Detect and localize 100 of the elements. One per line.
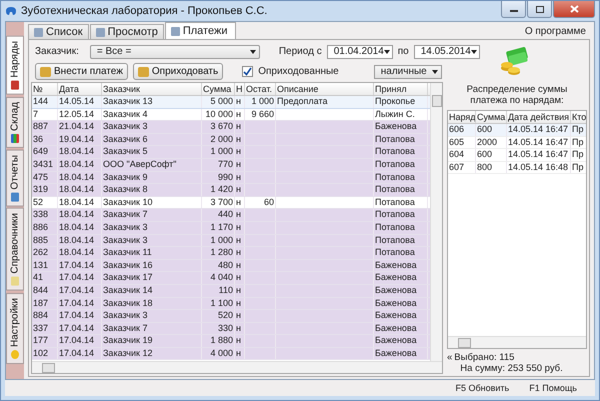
column-header[interactable]: Дата (58, 83, 102, 95)
tab[interactable]: Платежи (164, 22, 236, 39)
table-cell: 649 (33, 146, 48, 156)
table-cell: Заказчик 17 (103, 272, 152, 282)
table-cell: 886 (33, 222, 48, 232)
table-cell: 319 (33, 184, 48, 194)
table-cell: 18.04.14 (59, 234, 94, 245)
table-row[interactable]: 887 21.04.14 Заказчик 3 3 670 н Баженова (32, 121, 430, 134)
column-header[interactable]: № (32, 83, 58, 95)
side-tab[interactable]: Наряды (6, 36, 24, 95)
table-row[interactable]: 844 17.04.14 Заказчик 14 110 н Баженова (32, 284, 430, 298)
table-cell: н (236, 172, 241, 182)
posted-checkbox[interactable] (242, 66, 254, 77)
table-cell: н (236, 234, 241, 245)
column-header[interactable]: Принял (374, 83, 428, 95)
column-header[interactable]: Дата действия (507, 111, 571, 123)
tab[interactable]: Просмотр (90, 24, 164, 39)
side-tab[interactable]: Склад (6, 96, 24, 148)
minimize-button[interactable] (501, 1, 526, 18)
table-row[interactable]: 36 19.04.14 Заказчик 6 2 000 н Потапова (32, 134, 430, 146)
column-header[interactable]: Сумма (202, 83, 235, 95)
side-tab[interactable]: Отчеты (6, 150, 24, 206)
table-row[interactable]: 177 17.04.14 Заказчик 19 1 880 н Баженова (32, 335, 430, 348)
table-cell: н (236, 134, 241, 144)
table-row[interactable]: 319 18.04.14 Заказчик 8 1 420 н Потапова (32, 184, 430, 197)
table-cell: Потапова (375, 146, 415, 156)
horizontal-scrollbar[interactable] (448, 336, 586, 348)
table-cell: 1 880 (210, 335, 233, 346)
table-row[interactable]: 338 18.04.14 Заказчик 7 440 н Потапова (32, 209, 430, 222)
table-cell: 4 040 (210, 272, 233, 282)
table-cell: 18.04.14 (59, 222, 94, 232)
table-row[interactable]: 3431 18.04.14 ООО "АверСофт" 770 н Потапова (32, 158, 430, 172)
period-label: Период с (278, 46, 322, 57)
about-link[interactable]: О программе (520, 26, 590, 39)
table-cell: 60 (264, 196, 274, 207)
table-cell: 10 000 (205, 108, 233, 119)
table-cell: 187 (33, 298, 48, 308)
table-row[interactable]: 337 17.04.14 Заказчик 7 330 н Баженова (32, 322, 430, 336)
table-row[interactable]: 102 17.04.14 Заказчик 12 4 000 н Баженова (32, 348, 430, 360)
table-cell: 18.04.14 (59, 247, 94, 258)
caret-icon (470, 50, 477, 54)
table-row[interactable]: 52 18.04.14 Заказчик 10 3 700 н 60 Потапова (32, 196, 430, 210)
column-header[interactable]: Заказчик (102, 83, 202, 95)
table-cell: 605 (449, 136, 464, 146)
table-row[interactable]: 884 17.04.14 Заказчик 3 520 н Баженова (32, 310, 430, 323)
collapse-toggle[interactable]: « (447, 352, 452, 374)
date-from-field[interactable]: 01.04.2014 (326, 44, 393, 58)
date-to-field[interactable]: 14.05.2014 (414, 44, 480, 58)
post-button[interactable]: Оприходовать (132, 63, 224, 80)
table-row[interactable]: 885 18.04.14 Заказчик 3 1 000 н Потапова (32, 234, 430, 248)
payment-type-dropdown[interactable]: наличные (374, 64, 442, 78)
maximize-button[interactable] (527, 1, 552, 18)
column-header[interactable]: Н (235, 83, 245, 95)
vertical-scrollbar[interactable] (430, 83, 442, 361)
column-header[interactable]: Наряд (448, 111, 476, 123)
table-cell: 330 (218, 322, 233, 333)
window-title: Зуботехническая лаборатория - Прокопьев С.С. (21, 5, 268, 17)
table-cell: н (236, 209, 241, 220)
column-header[interactable]: Сумма (476, 111, 507, 123)
table-cell: н (236, 298, 241, 308)
side-tab[interactable]: Справочники (6, 208, 24, 291)
selected-sum: На сумму: 253 550 руб. (459, 363, 563, 374)
table-cell: н (236, 335, 241, 346)
table-row[interactable]: 649 18.04.14 Заказчик 5 1 000 н Потапова (32, 146, 430, 159)
table-row[interactable]: 187 17.04.14 Заказчик 18 1 100 н Баженова (32, 298, 430, 310)
table-cell: 14.05.14 16:48 (508, 162, 568, 172)
table-row[interactable]: 41 17.04.14 Заказчик 17 4 040 н Баженова (32, 272, 430, 285)
table-cell: Заказчик 11 (103, 247, 152, 258)
table-cell: н (236, 158, 241, 169)
column-header[interactable]: Остат. (245, 83, 276, 95)
table-cell: 3431 (33, 158, 54, 169)
table-cell: 18.04.14 (59, 172, 94, 182)
table-cell: Потапова (375, 184, 415, 194)
table-cell: 1 000 (210, 146, 233, 156)
table-cell: н (236, 184, 241, 194)
customer-dropdown[interactable]: = Все = (90, 44, 260, 58)
table-cell: 18.04.14 (59, 209, 94, 220)
table-cell: ООО "АверСофт" (103, 158, 176, 169)
close-button[interactable] (553, 1, 595, 18)
table-cell: н (236, 108, 241, 119)
table-cell: 17.04.14 (59, 298, 94, 308)
add-payment-button[interactable]: Внести платеж (35, 63, 128, 80)
table-cell: 990 (218, 172, 233, 182)
column-header[interactable]: Кто (571, 111, 586, 123)
status-command[interactable]: F5 Обновить (455, 383, 510, 393)
table-row[interactable]: 886 18.04.14 Заказчик 3 1 170 н Потапова (32, 222, 430, 235)
status-command[interactable]: F1 Помощь (529, 383, 577, 393)
selected-count: Выбрано: 115 (454, 352, 516, 363)
tab[interactable]: Список (28, 24, 89, 39)
side-tab[interactable]: Настройки (6, 292, 24, 364)
table-row[interactable]: 144 14.05.14 Заказчик 13 5 000 н 1 000 Предоплата Прокопье (32, 96, 430, 109)
table-row[interactable]: 7 12.05.14 Заказчик 4 10 000 н 9 660 Лыжин С. (32, 108, 430, 122)
column-header[interactable]: Описание (276, 83, 374, 95)
table-row[interactable]: 262 18.04.14 Заказчик 11 1 280 н Потапова (32, 247, 430, 260)
table-cell: Баженова (375, 272, 417, 282)
table-row[interactable]: 131 17.04.14 Заказчик 16 480 н Баженова (32, 260, 430, 272)
table-cell: 17.04.14 (59, 260, 94, 270)
horizontal-scrollbar[interactable] (32, 361, 442, 373)
table-row[interactable]: 475 18.04.14 Заказчик 9 990 н Потапова (32, 172, 430, 184)
table-cell: Заказчик 3 (103, 222, 148, 232)
